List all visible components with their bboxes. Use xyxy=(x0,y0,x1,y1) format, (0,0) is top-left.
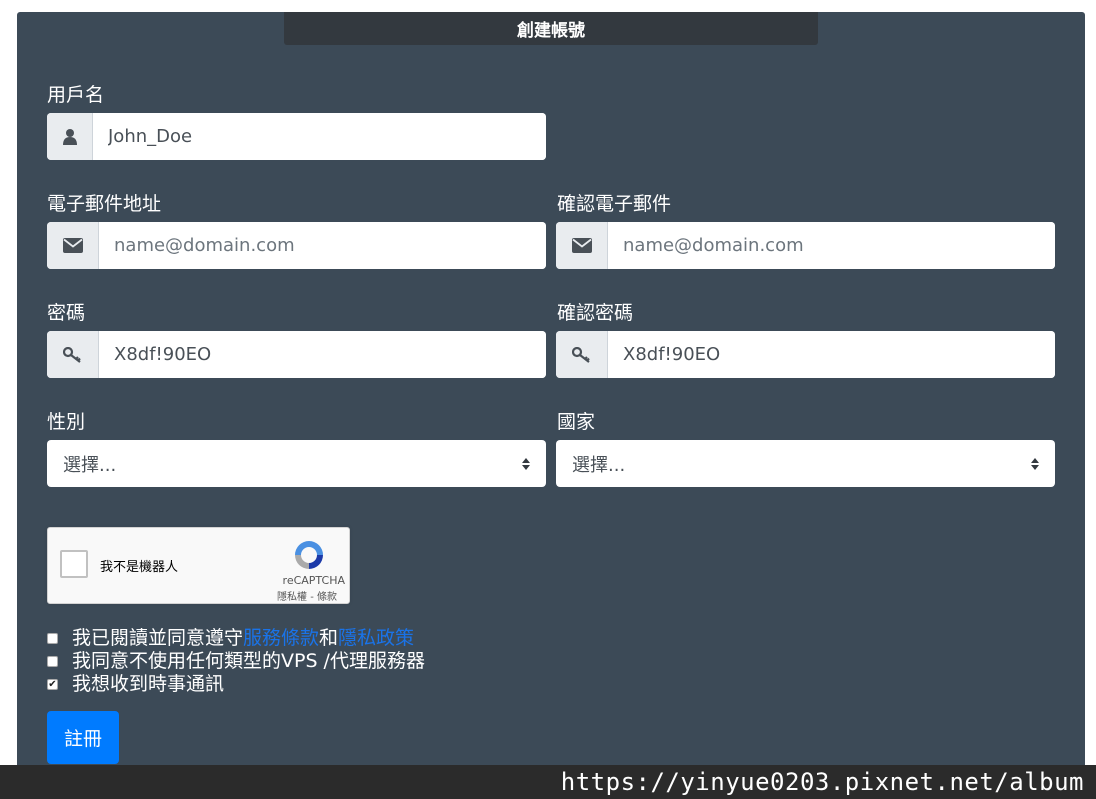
email-field-group xyxy=(47,222,546,269)
agreement-terms-prefix: 我已閱讀並同意遵守 xyxy=(72,627,244,649)
username-input[interactable] xyxy=(93,113,546,160)
agreement-terms-row: 我已閱讀並同意遵守 服務條款 和 隱私政策 xyxy=(47,626,414,650)
terms-of-service-link[interactable]: 服務條款 xyxy=(243,626,319,650)
key-icon xyxy=(47,331,99,378)
agreement-vps-row: 我同意不使用任何類型的VPS /代理服務器 xyxy=(47,649,425,673)
password-field-group xyxy=(47,331,546,378)
gender-label: 性別 xyxy=(47,411,86,433)
user-icon xyxy=(47,113,93,160)
confirm-password-input[interactable] xyxy=(608,331,1055,378)
recaptcha-widget: 我不是機器人 reCAPTCHA 隱私權 - 條款 xyxy=(47,527,350,604)
confirm-email-field-group xyxy=(556,222,1055,269)
agreement-terms-middle: 和 xyxy=(319,627,339,649)
select-caret-icon xyxy=(522,457,530,470)
country-select-value: 選擇... xyxy=(572,454,626,476)
envelope-icon xyxy=(556,222,608,269)
password-input[interactable] xyxy=(99,331,546,378)
recaptcha-terms-link[interactable]: 隱私權 - 條款 xyxy=(277,588,337,603)
checkmark-icon: ✔ xyxy=(48,678,57,690)
select-caret-icon xyxy=(1031,457,1039,470)
form-title: 創建帳號 xyxy=(284,12,818,45)
recaptcha-logo-icon xyxy=(295,541,323,569)
email-label: 電子郵件地址 xyxy=(47,193,162,215)
register-button[interactable]: 註冊 xyxy=(47,711,119,764)
newsletter-checkbox[interactable]: ✔ xyxy=(47,679,58,690)
confirm-email-input[interactable] xyxy=(608,222,1055,269)
agreement-terms-checkbox[interactable] xyxy=(47,633,58,644)
username-field-group xyxy=(47,113,546,160)
agreement-newsletter-row: ✔ 我想收到時事通訊 xyxy=(47,672,224,696)
privacy-policy-link[interactable]: 隱私政策 xyxy=(338,626,414,650)
confirm-password-label: 確認密碼 xyxy=(557,302,634,324)
recaptcha-brand: reCAPTCHA xyxy=(282,574,345,587)
gender-select-value: 選擇... xyxy=(63,454,117,476)
watermark-url: https://yinyue0203.pixnet.net/album xyxy=(560,768,1084,796)
agreement-vps-checkbox[interactable] xyxy=(47,656,58,667)
country-select[interactable]: 選擇... xyxy=(556,440,1055,487)
password-label: 密碼 xyxy=(47,302,86,324)
recaptcha-label: 我不是機器人 xyxy=(100,560,179,575)
country-label: 國家 xyxy=(557,411,596,433)
key-icon xyxy=(556,331,608,378)
confirm-password-field-group xyxy=(556,331,1055,378)
agreement-newsletter-text: 我想收到時事通訊 xyxy=(72,673,225,695)
confirm-email-label: 確認電子郵件 xyxy=(557,193,672,215)
email-input[interactable] xyxy=(99,222,546,269)
recaptcha-checkbox[interactable] xyxy=(60,550,88,578)
username-label: 用戶名 xyxy=(47,84,105,106)
gender-select[interactable]: 選擇... xyxy=(47,440,546,487)
envelope-icon xyxy=(47,222,99,269)
agreement-vps-text: 我同意不使用任何類型的VPS /代理服務器 xyxy=(72,650,425,672)
